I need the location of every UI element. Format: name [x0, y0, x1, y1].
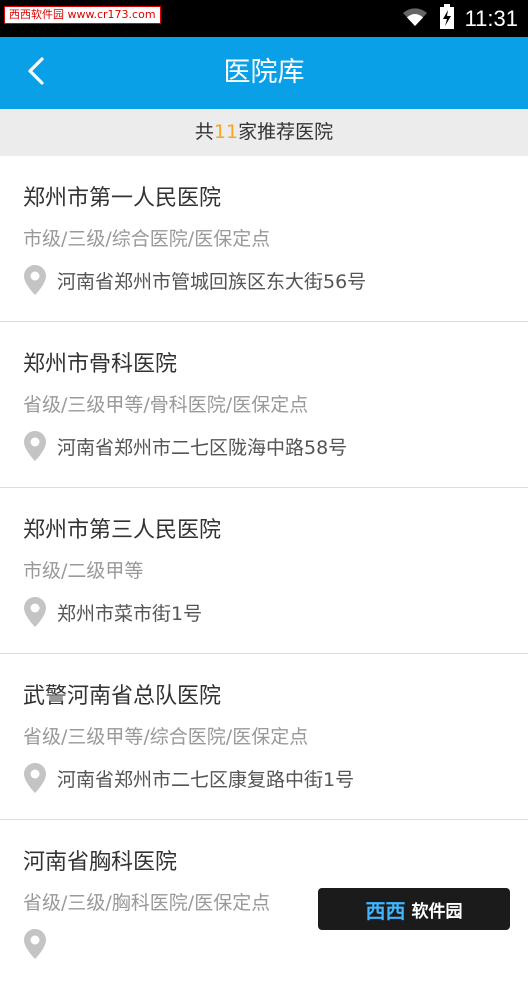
- hospital-tags: 省级/三级甲等/综合医院/医保定点: [23, 726, 309, 748]
- watermark-top: 西西软件园 www.cr173.com: [4, 6, 161, 24]
- hospital-address: 河南省郑州市二七区陇海中路58号: [23, 430, 347, 462]
- hospital-item[interactable]: 郑州市骨科医院 省级/三级甲等/骨科医院/医保定点 河南省郑州市二七区陇海中路5…: [0, 322, 528, 488]
- hospital-address: [23, 928, 57, 960]
- watermark-text: 软件园: [411, 901, 463, 922]
- hospital-item[interactable]: 郑州市第三人民医院 市级/二级甲等 郑州市菜市街1号: [0, 488, 528, 654]
- hospital-name: 郑州市骨科医院: [23, 352, 178, 377]
- hospital-tags: 省级/三级/胸科医院/医保定点: [23, 892, 271, 914]
- chevron-left-icon: [26, 56, 46, 90]
- summary-suffix: 家推荐医院: [238, 121, 334, 143]
- hospital-name: 武警河南省总队医院: [23, 684, 222, 709]
- location-pin-icon: [24, 929, 46, 959]
- hospital-address-text: 河南省郑州市二七区陇海中路58号: [57, 436, 348, 459]
- location-pin-icon: [24, 597, 46, 627]
- hospital-address-text: 河南省郑州市二七区康复路中街1号: [57, 768, 355, 791]
- wifi-icon: [401, 6, 429, 32]
- hospital-tags: 市级/三级/综合医院/医保定点: [23, 228, 271, 250]
- summary-bar: 共11家推荐医院: [0, 109, 528, 156]
- hospital-tags: 省级/三级甲等/骨科医院/医保定点: [23, 394, 309, 416]
- location-pin-icon: [24, 265, 46, 295]
- hospital-address: 河南省郑州市管城回族区东大街56号: [23, 264, 366, 296]
- hospital-name: 郑州市第三人民医院: [23, 518, 222, 543]
- app-bar: 医院库: [0, 37, 528, 109]
- hospital-address: 河南省郑州市二七区康复路中街1号: [23, 762, 354, 794]
- hospital-name: 河南省胸科医院: [23, 850, 178, 875]
- hospital-address: 郑州市菜市街1号: [23, 596, 202, 628]
- watermark-logo: 西西: [365, 898, 406, 923]
- battery-icon: [439, 4, 455, 34]
- back-button[interactable]: [18, 55, 54, 91]
- hospital-address-text: 河南省郑州市管城回族区东大街56号: [57, 270, 367, 293]
- hospital-tags: 市级/二级甲等: [23, 560, 144, 582]
- hospital-item[interactable]: 郑州市第一人民医院 市级/三级/综合医院/医保定点 河南省郑州市管城回族区东大街…: [0, 156, 528, 322]
- watermark-bottom: 西西 软件园: [318, 888, 510, 930]
- hospital-name: 郑州市第一人民医院: [23, 186, 222, 211]
- location-pin-icon: [24, 431, 46, 461]
- summary-prefix: 共: [194, 121, 214, 143]
- summary-count: 11: [213, 121, 239, 143]
- page-title: 医院库: [223, 57, 305, 88]
- status-bar: 西西软件园 www.cr173.com 11:31: [0, 0, 528, 37]
- location-pin-icon: [24, 763, 46, 793]
- status-right: 11:31: [401, 4, 518, 34]
- hospital-address-text: 郑州市菜市街1号: [57, 602, 203, 625]
- hospital-item[interactable]: 武警河南省总队医院 省级/三级甲等/综合医院/医保定点 河南省郑州市二七区康复路…: [0, 654, 528, 820]
- hospital-list: 郑州市第一人民医院 市级/三级/综合医院/医保定点 河南省郑州市管城回族区东大街…: [0, 156, 528, 986]
- status-time: 11:31: [464, 6, 518, 31]
